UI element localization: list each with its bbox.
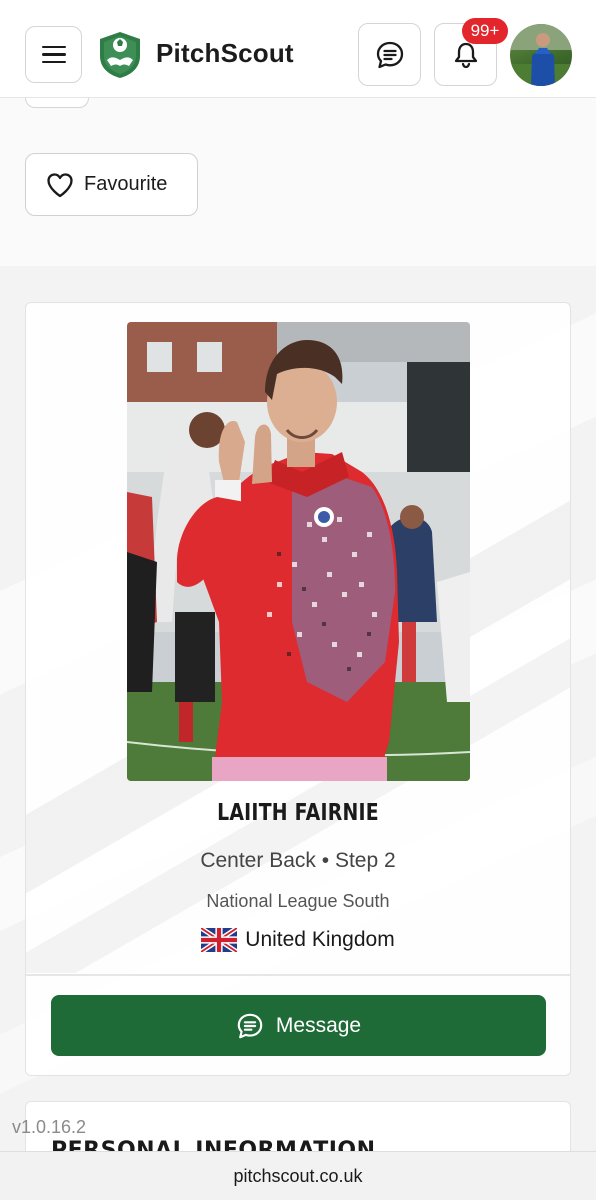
player-step: Step 2 — [334, 849, 396, 872]
heart-icon — [47, 172, 73, 197]
menu-button[interactable] — [25, 26, 82, 83]
message-button[interactable]: Message — [51, 995, 546, 1056]
favourite-button[interactable]: Favourite — [25, 153, 198, 216]
page: PitchScout 99+ Favourite LAIITH FAIRNIE … — [0, 0, 596, 1200]
message-label: Message — [275, 1013, 362, 1037]
brand-name: PitchScout — [156, 38, 294, 68]
chat-icon — [237, 1013, 263, 1038]
chat-icon — [376, 41, 403, 68]
player-position-line: Center Back • Step 2 — [26, 849, 570, 873]
player-photo — [127, 322, 470, 781]
uk-flag-icon — [201, 928, 238, 952]
actions-section: Favourite — [0, 88, 596, 266]
country-name: United Kingdom — [245, 928, 395, 951]
player-league: National League South — [206, 891, 390, 911]
card-divider — [26, 974, 570, 976]
user-avatar[interactable] — [510, 24, 572, 86]
pitchscout-logo-icon[interactable] — [96, 30, 144, 80]
messages-button[interactable] — [358, 23, 421, 86]
bell-icon — [454, 42, 477, 68]
menu-icon — [41, 45, 66, 49]
app-header: PitchScout 99+ — [0, 0, 596, 98]
browser-url-bar[interactable]: pitchscout.co.uk — [0, 1151, 596, 1200]
player-country: United Kingdom — [26, 928, 570, 952]
app-version: v1.0.16.2 — [12, 1117, 87, 1137]
player-position: Center Back — [200, 849, 316, 872]
separator-dot: • — [321, 849, 330, 872]
url-text: pitchscout.co.uk — [233, 1165, 363, 1186]
favourite-label: Favourite — [84, 173, 168, 195]
notification-count-badge: 99+ — [462, 18, 508, 44]
player-name: LAIITH FAIRNIE — [217, 800, 379, 826]
player-profile-card: LAIITH FAIRNIE Center Back • Step 2 Nati… — [25, 302, 571, 1076]
